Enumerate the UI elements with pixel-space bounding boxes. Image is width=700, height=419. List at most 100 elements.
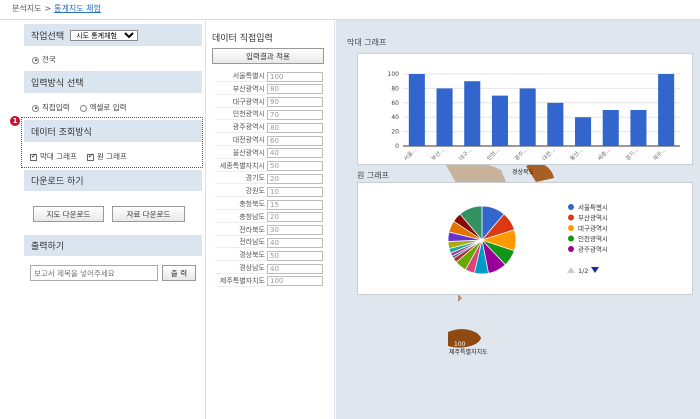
x-tick-label: 경기... [623, 146, 640, 163]
legend-label: 부산광역시 [578, 213, 608, 222]
report-title-input[interactable] [30, 265, 158, 281]
y-tick-label: 100 [388, 71, 400, 78]
output-header: 출력하기 [24, 235, 202, 256]
region-label: 세종특별자치시 [215, 161, 267, 172]
region-label: 대전광역시 [215, 135, 267, 146]
step-badge: 1 [10, 116, 20, 126]
region-label: 광주광역시 [215, 122, 267, 134]
radio-on-icon [32, 56, 39, 64]
apply-input-button[interactable]: 입력결과 적용 [212, 48, 324, 64]
region-value-input[interactable]: 10 [267, 186, 323, 197]
x-tick-label: 세종... [596, 146, 613, 163]
data-input-row: 충청북도 15 [215, 199, 325, 210]
data-input-row: 대구광역시 90 [215, 97, 325, 108]
check-bar-graph[interactable]: 막대 그래프 [30, 151, 77, 162]
data-input-row: 부산광역시 80 [215, 84, 325, 95]
work-select-header: 작업선택 시도 통계체험 [24, 24, 202, 46]
region-value-input[interactable]: 60 [267, 135, 323, 146]
pager-label: 1/2 [578, 267, 588, 275]
region-label: 대구광역시 [215, 97, 267, 108]
map-region-label: 경상북도 [512, 168, 535, 176]
jeju-name-label: 제주특별자치도 [449, 348, 488, 356]
region-label: 충청남도 [215, 212, 267, 223]
download-header: 다운로드 하기 [24, 170, 202, 191]
region-label: 경상남도 [215, 263, 267, 274]
x-tick-label: 제주... [651, 146, 668, 163]
region-value-input[interactable]: 50 [267, 161, 323, 172]
region-value-input[interactable]: 50 [267, 250, 323, 261]
legend-swatch [568, 235, 574, 242]
region-value-input[interactable]: 20 [267, 173, 323, 184]
y-tick-label: 20 [391, 129, 399, 136]
map-download-button[interactable]: 지도 다운로드 [33, 206, 104, 222]
region-label: 강원도 [215, 186, 267, 198]
region-label: 전라북도 [215, 225, 267, 236]
query-mode-checks: 막대 그래프 원 그래프 [30, 151, 127, 162]
region-value-input[interactable]: 15 [267, 199, 323, 210]
checkbox-checked-icon [30, 152, 37, 161]
region-value-input[interactable]: 40 [267, 263, 323, 274]
region-value-input[interactable]: 20 [267, 212, 323, 223]
legend-label: 대구광역시 [578, 224, 608, 233]
input-mode-radios: 직접입력 엑셀로 입력 [32, 102, 127, 113]
radio-direct-input[interactable]: 직접입력 [32, 102, 70, 113]
input-mode-title: 입력방식 선택 [31, 78, 84, 89]
breadcrumb-current[interactable]: 통계지도 체험 [54, 4, 101, 13]
region-label: 경기도 [215, 173, 267, 185]
x-tick-label: 대구... [457, 146, 474, 163]
checkbox-checked-icon [86, 152, 94, 161]
region-label: 인천광역시 [215, 109, 267, 121]
region-value-input[interactable]: 40 [267, 148, 323, 159]
radio-on-icon [32, 104, 39, 112]
data-input-row: 세종특별자치시 50 [215, 161, 325, 172]
region-value-input[interactable]: 80 [267, 122, 323, 133]
data-input-row: 전라남도 40 [215, 237, 325, 249]
pager-prev-icon [567, 267, 575, 273]
x-tick-label: 서울... [402, 146, 419, 163]
sido-select[interactable]: 시도 통계체험 [70, 29, 139, 41]
region-value-input[interactable]: 100 [267, 71, 323, 82]
y-tick-label: 40 [391, 114, 399, 121]
legend-swatch [568, 214, 574, 221]
region-value-input[interactable]: 30 [267, 225, 323, 236]
bar [464, 81, 481, 146]
legend-label: 인천광역시 [578, 234, 608, 243]
bar [630, 110, 647, 146]
data-input-row: 대전광역시 60 [215, 135, 325, 146]
pager-next-icon [591, 267, 599, 273]
radio-excel-input[interactable]: 엑셀로 입력 [79, 102, 127, 113]
x-tick-label: 인천... [485, 146, 502, 163]
check-pie-graph[interactable]: 원 그래프 [86, 151, 127, 162]
data-input-row: 광주광역시 80 [215, 122, 325, 134]
breadcrumb-root[interactable]: 분석지도 [12, 4, 41, 13]
legend-swatch [568, 246, 574, 252]
y-tick-label: 0 [395, 143, 399, 150]
query-mode-header: 데이터 조회방식 [24, 120, 202, 142]
bar-chart: 0 20 40 60 80 100 서울... 부산... 대구... 인천... 광주... 대전.… [388, 71, 680, 163]
region-label: 경상북도 [215, 250, 267, 262]
region-value-input[interactable]: 70 [267, 109, 323, 120]
region-value-input[interactable]: 100 [267, 276, 323, 287]
pie-chart: 서울특별시부산광역시대구광역시인천광역시광주광역시 1/2 [447, 203, 608, 275]
data-input-row: 충청남도 20 [215, 212, 325, 223]
data-input-row: 강원도 10 [215, 186, 325, 198]
region-label: 서울특별시 [215, 71, 267, 82]
region-value-input[interactable]: 90 [267, 97, 323, 108]
data-input-title: 데이터 직접입력 [212, 34, 273, 44]
region-value-input[interactable]: 40 [267, 237, 323, 248]
print-button[interactable]: 출 력 [162, 265, 196, 281]
legend-label: 광주광역시 [578, 245, 608, 254]
breadcrumb-separator: > [44, 4, 52, 13]
data-input-row: 경상남도 40 [215, 263, 325, 274]
data-input-row: 전라북도 30 [215, 225, 325, 236]
bar-graph-title: 막대 그래프 [347, 38, 387, 47]
region-label: 부산광역시 [215, 84, 267, 95]
scope-radio-national[interactable]: 전국 [32, 54, 56, 65]
x-tick-label: 부산... [429, 146, 446, 163]
scope-radio-row: 전국 [32, 54, 56, 65]
region-value-input[interactable]: 80 [267, 84, 323, 95]
data-download-button[interactable]: 자료 다운로드 [112, 206, 185, 222]
bar [602, 110, 619, 146]
data-input-row: 인천광역시 70 [215, 109, 325, 121]
jeju-value-label: 100 [454, 341, 466, 348]
